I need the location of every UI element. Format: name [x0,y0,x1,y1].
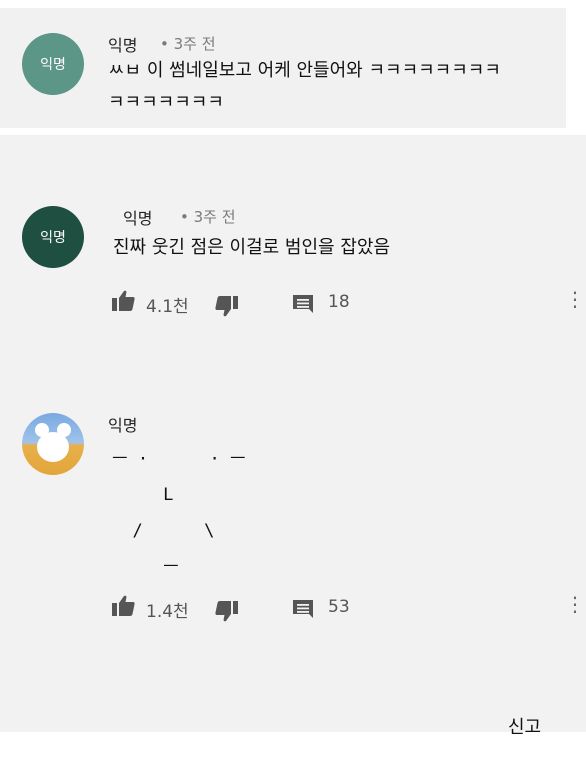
comment-time: • 3주 전 [160,35,216,53]
ascii-line-1: ㅡ · · ㅡ [112,449,246,469]
thumbs-down-icon[interactable] [214,295,238,317]
avatar-text: 익명 [40,57,66,73]
report-button[interactable]: 신고 [508,713,541,739]
avatar-text: 익명 [40,230,66,246]
avatar[interactable]: 익명 [22,33,84,95]
bear-avatar-icon [35,423,71,462]
comment-username[interactable]: 익명 [108,32,137,56]
reply-count: 53 [328,597,350,617]
ascii-line-4: ㅡ [112,557,179,577]
comment-text: 진짜 웃긴 점은 이걸로 범인을 잡았음 [113,237,391,258]
thumbs-up-icon[interactable] [112,595,136,617]
avatar[interactable] [22,413,84,475]
reply-count: 18 [328,292,350,312]
avatar[interactable]: 익명 [22,206,84,268]
comment-username[interactable]: 익명 [123,205,152,229]
comment-username[interactable]: 익명 [108,412,137,436]
thumbs-up-icon[interactable] [112,290,136,312]
reply-icon[interactable] [292,599,314,619]
reply-icon[interactable] [292,294,314,314]
thumbs-down-icon[interactable] [214,600,238,622]
ascii-line-3: / \ [112,521,215,541]
comment-time: • 3주 전 [180,208,236,226]
comment-text-line-2: ㅋㅋㅋㅋㅋㅋㅋ [108,92,224,113]
like-count: 4.1천 [146,297,189,317]
ascii-line-2: L [112,485,174,505]
comment-text-line-1: ㅆㅂ 이 썸네일보고 어케 안들어와 ㅋㅋㅋㅋㅋㅋㅋㅋ [108,60,501,81]
more-options-icon[interactable]: ⋮ [565,594,585,614]
like-count: 1.4천 [146,602,189,622]
comment-card-1: 익명 익명 • 3주 전 ㅆㅂ 이 썸네일보고 어케 안들어와 ㅋㅋㅋㅋㅋㅋㅋㅋ… [0,8,566,128]
comments-panel: 익명 익명 • 3주 전 진짜 웃긴 점은 이걸로 범인을 잡았음 4.1천 1… [0,135,586,738]
more-options-icon[interactable]: ⋮ [565,289,585,309]
